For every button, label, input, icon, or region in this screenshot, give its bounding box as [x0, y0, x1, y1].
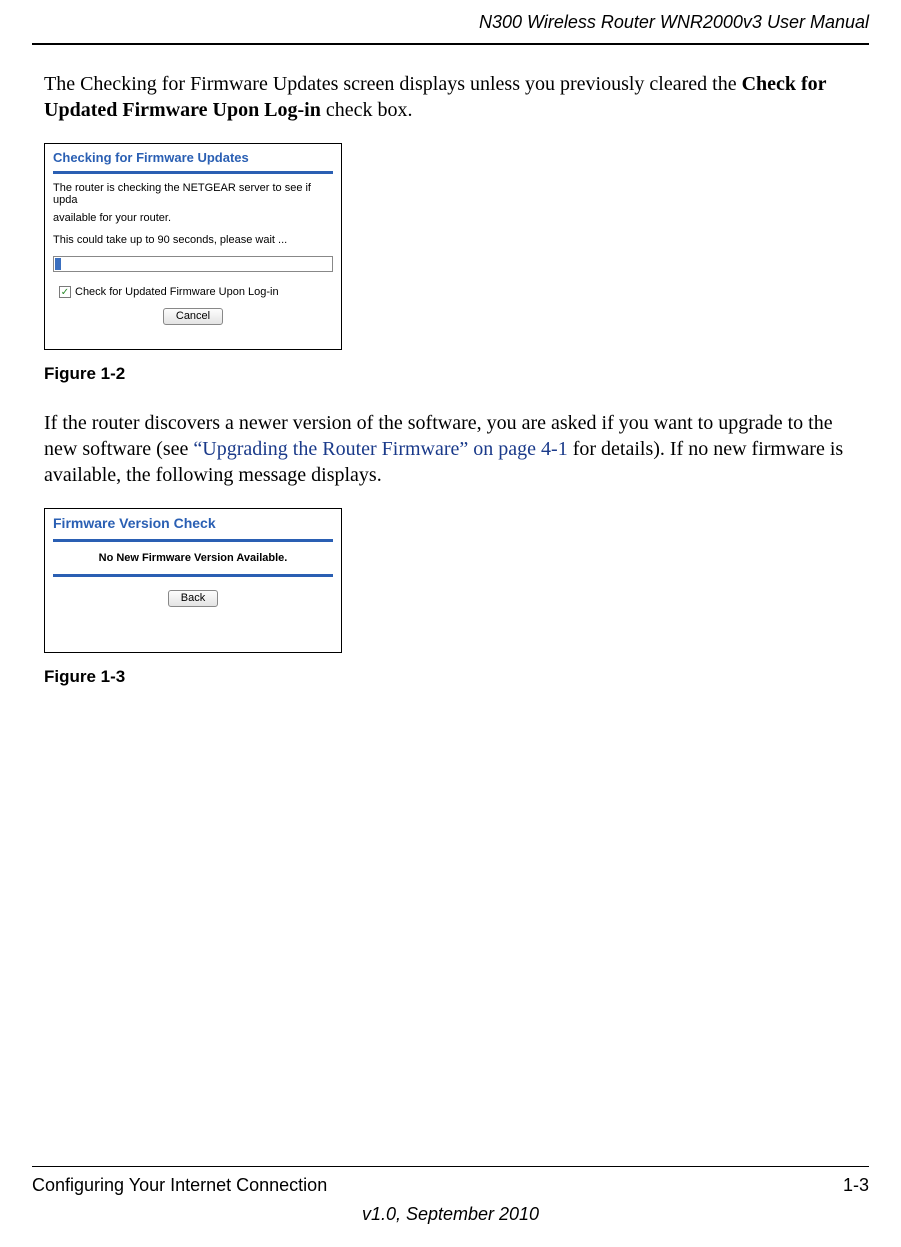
- checkbox-label: Check for Updated Firmware Upon Log-in: [75, 286, 279, 298]
- dialog2-message: No New Firmware Version Available.: [53, 539, 333, 577]
- figure-1-3-caption: Figure 1-3: [44, 667, 869, 687]
- back-button[interactable]: Back: [168, 590, 218, 607]
- dialog2-title: Firmware Version Check: [45, 509, 341, 531]
- dialog-text-line2: available for your router.: [53, 212, 333, 224]
- button-row: Cancel: [53, 308, 333, 325]
- progress-bar-container: [53, 256, 333, 272]
- checkbox-row: ✓ Check for Updated Firmware Upon Log-in: [53, 286, 333, 298]
- page-header: N300 Wireless Router WNR2000v3 User Manu…: [32, 0, 869, 45]
- dialog2-button-row: Back: [45, 585, 341, 607]
- cancel-button[interactable]: Cancel: [163, 308, 223, 325]
- figure-1-2-content: Checking for Firmware Updates The router…: [45, 144, 341, 331]
- paragraph-1: The Checking for Firmware Updates screen…: [44, 71, 869, 123]
- footer-section: Configuring Your Internet Connection: [32, 1175, 327, 1196]
- progress-bar-fill: [55, 258, 61, 270]
- figure-1-2-caption: Figure 1-2: [44, 364, 869, 384]
- figure-1-3-screenshot: Firmware Version Check No New Firmware V…: [44, 508, 342, 653]
- dialog-divider: [53, 171, 333, 174]
- page-footer: Configuring Your Internet Connection 1-3…: [32, 1166, 869, 1225]
- dialog-text-line1: The router is checking the NETGEAR serve…: [53, 182, 333, 206]
- paragraph-2: If the router discovers a newer version …: [44, 410, 869, 488]
- upgrade-firmware-link[interactable]: “Upgrading the Router Firmware” on page …: [193, 438, 567, 460]
- check-icon: ✓: [61, 287, 69, 298]
- footer-version: v1.0, September 2010: [32, 1204, 869, 1225]
- footer-page-number: 1-3: [843, 1175, 869, 1196]
- para1-pre: The Checking for Firmware Updates screen…: [44, 73, 742, 95]
- figure-1-2-screenshot: Checking for Firmware Updates The router…: [44, 143, 342, 350]
- manual-title: N300 Wireless Router WNR2000v3 User Manu…: [479, 12, 869, 32]
- para1-post: check box.: [321, 99, 413, 121]
- dialog-title: Checking for Firmware Updates: [53, 150, 333, 165]
- footer-top-row: Configuring Your Internet Connection 1-3: [32, 1166, 869, 1196]
- check-updated-firmware-checkbox[interactable]: ✓: [59, 286, 71, 298]
- dialog-text-line3: This could take up to 90 seconds, please…: [53, 234, 333, 246]
